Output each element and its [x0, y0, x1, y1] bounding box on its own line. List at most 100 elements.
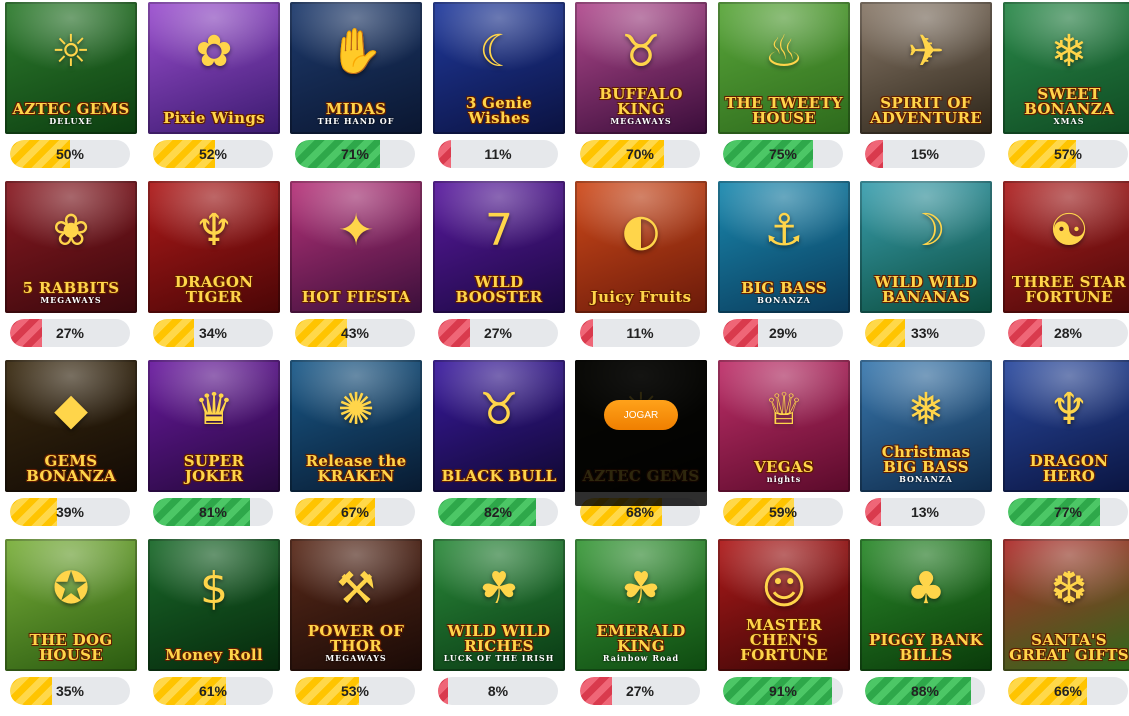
game-card[interactable]: ♉ BUFFALO KING MEGAWAYS 70%	[575, 2, 707, 174]
games-grid: ☼ AZTEC GEMS DELUXE 50% ✿ Pixie Wings 52% ✋ MIDA…	[0, 0, 1129, 716]
game-title: THE TWEETY HOUSE	[722, 96, 846, 126]
game-card[interactable]: ◐ Juicy Fruits 11%	[575, 181, 707, 353]
game-thumbnail[interactable]: ♆ DRAGON TIGER	[148, 181, 280, 313]
rtp-progress-bar: 71%	[295, 140, 415, 168]
game-card[interactable]: ♆ DRAGON TIGER 34%	[148, 181, 280, 353]
banana-icon: ☽	[906, 205, 946, 257]
game-thumbnail[interactable]: ☯ THREE STAR FORTUNE	[1003, 181, 1129, 313]
game-card[interactable]: ⚓ BIG BASS BONANZA 29%	[718, 181, 850, 353]
game-card[interactable]: ✈ SPIRIT OF ADVENTURE 15%	[860, 2, 992, 174]
game-title: HOT FIESTA	[294, 290, 418, 305]
game-thumbnail[interactable]: ☘ EMERALD KING Rainbow Road	[575, 539, 707, 671]
bull-icon: ♉	[479, 384, 519, 436]
game-thumbnail[interactable]: ☼ AZTEC GEMS DELUXE	[5, 2, 137, 134]
game-card[interactable]: ♆ DRAGON HERO 77%	[1003, 360, 1129, 532]
game-title-text: PIGGY BANK BILLS	[869, 631, 983, 664]
game-card[interactable]: ☼ AZTEC GEMS DELUXE 50%	[5, 2, 137, 174]
game-thumbnail[interactable]: ❆ SANTA'S GREAT GIFTS	[1003, 539, 1129, 671]
game-card[interactable]: ♉ BLACK BULL 82%	[433, 360, 565, 532]
game-card[interactable]: ❆ SANTA'S GREAT GIFTS 66%	[1003, 539, 1129, 711]
game-title-text: Juicy Fruits	[590, 288, 692, 306]
game-card[interactable]: ✺ Release the KRAKEN 67%	[290, 360, 422, 532]
game-card[interactable]: ☽ WILD WILD BANANAS 33%	[860, 181, 992, 353]
game-card[interactable]: ❀ 5 RABBITS MEGAWAYS 27%	[5, 181, 137, 353]
rtp-percent-label: 81%	[198, 504, 228, 520]
game-thumbnail[interactable]: ♆ DRAGON HERO	[1003, 360, 1129, 492]
game-title: Money Roll	[152, 648, 276, 663]
rtp-percent-label: 75%	[768, 146, 798, 162]
game-thumbnail[interactable]: ♣ PIGGY BANK BILLS	[860, 539, 992, 671]
game-card[interactable]: ◆ GEMS BONANZA 39%	[5, 360, 137, 532]
game-card[interactable]: 7 WILD BOOSTER 27%	[433, 181, 565, 353]
game-card[interactable]: ✪ THE DOG HOUSE 35%	[5, 539, 137, 711]
game-card[interactable]: ✿ Pixie Wings 52%	[148, 2, 280, 174]
game-card[interactable]: ☾ 3 Genie Wishes 11%	[433, 2, 565, 174]
game-title: BUFFALO KING MEGAWAYS	[579, 87, 703, 126]
game-thumbnail[interactable]: ♨ THE TWEETY HOUSE	[718, 2, 850, 134]
santa-fish-icon: ❅	[907, 384, 945, 436]
game-thumbnail[interactable]: ✺ Release the KRAKEN	[290, 360, 422, 492]
game-thumbnail[interactable]: ☽ WILD WILD BANANAS	[860, 181, 992, 313]
rtp-percent-label: 71%	[340, 146, 370, 162]
game-card[interactable]: ☘ WILD WILD RICHES LUCK OF THE IRISH 8%	[433, 539, 565, 711]
game-thumbnail[interactable]: ❄ SWEET BONANZA XMAS	[1003, 2, 1129, 134]
rtp-percent-label: 29%	[768, 325, 798, 341]
game-thumbnail[interactable]: $ Money Roll	[148, 539, 280, 671]
game-thumbnail[interactable]: ♉ BUFFALO KING MEGAWAYS	[575, 2, 707, 134]
game-thumbnail[interactable]: ☺ MASTER CHEN'S FORTUNE	[718, 539, 850, 671]
game-card[interactable]: ❅ Christmas BIG BASS BONANZA 13%	[860, 360, 992, 532]
game-card[interactable]: ☯ THREE STAR FORTUNE 28%	[1003, 181, 1129, 353]
game-thumbnail[interactable]: ✿ Pixie Wings	[148, 2, 280, 134]
game-subtitle: DELUXE	[49, 116, 93, 126]
rtp-progress-bar: 43%	[295, 319, 415, 347]
game-card[interactable]: ❄ SWEET BONANZA XMAS 57%	[1003, 2, 1129, 174]
game-thumbnail[interactable]: ☘ WILD WILD RICHES LUCK OF THE IRISH	[433, 539, 565, 671]
game-thumbnail[interactable]: ♛ SUPER JOKER	[148, 360, 280, 492]
game-title-text: Release the KRAKEN	[305, 452, 407, 485]
hammer-icon: ⚒	[336, 563, 376, 615]
rtp-progress-bar: 33%	[865, 319, 985, 347]
aviator-icon: ✈	[907, 26, 945, 78]
game-card[interactable]: ✦ HOT FIESTA 43%	[290, 181, 422, 353]
pig-icon: ♣	[906, 563, 946, 615]
game-thumbnail[interactable]: ♉ BLACK BULL	[433, 360, 565, 492]
rtp-progress-bar: 28%	[1008, 319, 1128, 347]
game-title: Juicy Fruits	[579, 290, 703, 305]
rtp-progress-bar: 15%	[865, 140, 985, 168]
game-thumbnail[interactable]: ◐ Juicy Fruits	[575, 181, 707, 313]
game-card[interactable]: ⚒ POWER OF THOR MEGAWAYS 53%	[290, 539, 422, 711]
game-card[interactable]: ✋ MIDAS THE HAND OF 71%	[290, 2, 422, 174]
fairy-icon: ✿	[195, 26, 233, 78]
game-card[interactable]: ♣ PIGGY BANK BILLS 88%	[860, 539, 992, 711]
game-title: PIGGY BANK BILLS	[864, 633, 988, 663]
game-thumbnail[interactable]: ☾ 3 Genie Wishes	[433, 2, 565, 134]
game-thumbnail[interactable]: ✦ HOT FIESTA	[290, 181, 422, 313]
game-thumbnail[interactable]: ✪ THE DOG HOUSE	[5, 539, 137, 671]
game-thumbnail[interactable]: ✋ MIDAS THE HAND OF	[290, 2, 422, 134]
game-title-text: 3 Genie Wishes	[465, 94, 533, 127]
rtp-progress-bar: 27%	[438, 319, 558, 347]
game-thumbnail[interactable]: ⚓ BIG BASS BONANZA	[718, 181, 850, 313]
rtp-progress-bar: 59%	[723, 498, 843, 526]
play-button[interactable]: JOGAR	[604, 400, 678, 430]
game-card[interactable]: ☼AZTEC GEMS68%JOGAR	[575, 360, 707, 532]
game-title: WILD BOOSTER	[437, 275, 561, 305]
game-thumbnail[interactable]: ✈ SPIRIT OF ADVENTURE	[860, 2, 992, 134]
game-card[interactable]: ♛ SUPER JOKER 81%	[148, 360, 280, 532]
game-thumbnail[interactable]: ❅ Christmas BIG BASS BONANZA	[860, 360, 992, 492]
game-thumbnail[interactable]: 7 WILD BOOSTER	[433, 181, 565, 313]
game-thumbnail[interactable]: ⚒ POWER OF THOR MEGAWAYS	[290, 539, 422, 671]
game-card[interactable]: ♨ THE TWEETY HOUSE 75%	[718, 2, 850, 174]
game-thumbnail[interactable]: ❀ 5 RABBITS MEGAWAYS	[5, 181, 137, 313]
game-title: DRAGON TIGER	[152, 275, 276, 305]
game-thumbnail[interactable]: ♕ VEGAS nights	[718, 360, 850, 492]
candy-icon: ❄	[1050, 26, 1088, 78]
game-card[interactable]: ♕ VEGAS nights 59%	[718, 360, 850, 532]
game-title: WILD WILD RICHES LUCK OF THE IRISH	[437, 624, 561, 663]
game-card[interactable]: ☺ MASTER CHEN'S FORTUNE 91%	[718, 539, 850, 711]
game-card[interactable]: $ Money Roll 61%	[148, 539, 280, 711]
game-thumbnail[interactable]: ◆ GEMS BONANZA	[5, 360, 137, 492]
game-title-text: SANTA'S GREAT GIFTS	[1009, 631, 1129, 664]
game-title-text: WILD WILD BANANAS	[874, 273, 978, 306]
game-card[interactable]: ☘ EMERALD KING Rainbow Road 27%	[575, 539, 707, 711]
